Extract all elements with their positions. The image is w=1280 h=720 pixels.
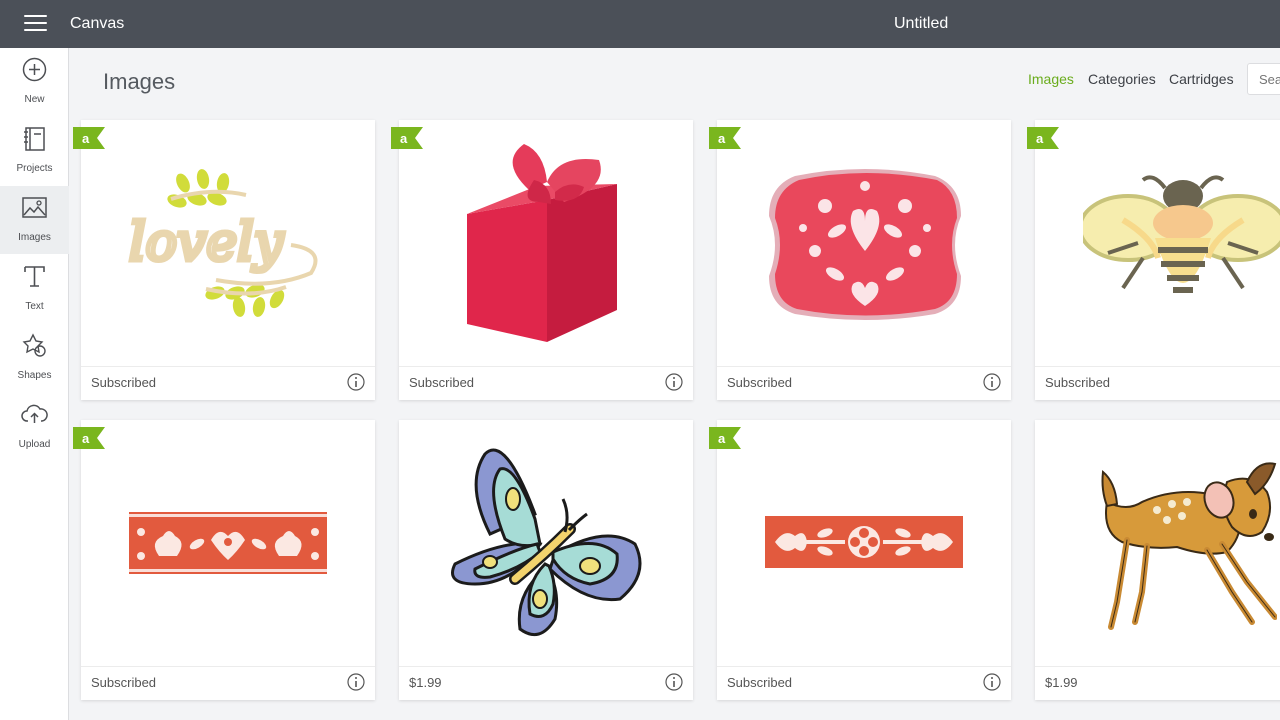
access-badge-icon: a <box>73 127 105 149</box>
folk-border-bunnies-image <box>129 512 327 574</box>
lovely-script-image: lovely <box>127 169 318 317</box>
svg-text:lovely: lovely <box>129 213 284 273</box>
butterfly-image <box>451 448 642 637</box>
search-input[interactable] <box>1248 64 1280 94</box>
bee-image <box>1083 175 1280 293</box>
sidebar-item-label: New <box>24 94 45 105</box>
tab-cartridges[interactable]: Cartridges <box>1169 71 1234 87</box>
svg-text:a: a <box>82 431 90 446</box>
image-thumbnail[interactable] <box>1035 420 1280 666</box>
tab-categories[interactable]: Categories <box>1088 71 1156 87</box>
svg-text:a: a <box>400 131 408 146</box>
access-badge-icon: a <box>391 127 423 149</box>
image-thumbnail[interactable] <box>717 420 1011 666</box>
access-badge-icon: a <box>1027 127 1059 149</box>
app-title: Canvas <box>70 15 125 32</box>
card-label: Subscribed <box>1045 375 1111 390</box>
divider <box>399 666 693 667</box>
divider <box>717 366 1011 367</box>
svg-text:a: a <box>1036 131 1044 146</box>
page-title: Images <box>103 69 176 94</box>
image-thumbnail[interactable] <box>1035 120 1280 366</box>
image-thumbnail[interactable] <box>717 120 1011 366</box>
menu-icon[interactable] <box>24 15 47 33</box>
access-badge-icon: a <box>73 427 105 449</box>
image-card[interactable]: a Subscribed <box>1027 120 1280 400</box>
sidebar-item-label: Projects <box>16 163 53 174</box>
card-price: $1.99 <box>1045 675 1078 690</box>
divider <box>81 666 375 667</box>
access-badge-icon: a <box>709 127 741 149</box>
sidebar-item-projects[interactable]: Projects <box>0 117 69 185</box>
info-icon[interactable] <box>983 373 1001 391</box>
shapes-icon <box>22 333 46 357</box>
divider <box>1035 366 1280 367</box>
info-icon[interactable] <box>665 373 683 391</box>
card-price: $1.99 <box>409 675 442 690</box>
image-card[interactable]: a Subscribed <box>73 420 375 700</box>
card-label: Subscribed <box>727 675 793 690</box>
divider <box>1035 666 1280 667</box>
sidebar-item-new[interactable]: New <box>0 48 69 116</box>
image-card[interactable]: a Subscribed <box>709 420 1011 700</box>
info-icon[interactable] <box>665 673 683 691</box>
sidebar-item-label: Images <box>18 232 51 243</box>
sidebar-item-text[interactable]: Text <box>0 255 69 323</box>
cloud-upload-icon <box>21 404 48 423</box>
image-card[interactable]: a Subscribed <box>391 120 693 400</box>
fawn-image <box>1101 462 1277 630</box>
sidebar-item-shapes[interactable]: Shapes <box>0 324 69 392</box>
text-t-icon <box>24 266 45 287</box>
sidebar-item-upload[interactable]: Upload <box>0 393 69 461</box>
image-card[interactable]: $1.99 <box>399 420 693 700</box>
top-bar: Canvas Untitled <box>0 0 1280 48</box>
plus-circle-icon <box>22 57 47 82</box>
svg-text:a: a <box>718 431 726 446</box>
image-thumbnail[interactable] <box>81 420 375 666</box>
gift-box-image <box>467 144 617 342</box>
folk-plaque-image <box>769 169 961 320</box>
access-badge-icon: a <box>709 427 741 449</box>
image-card[interactable]: lovely a Subscribed <box>73 120 375 400</box>
info-icon[interactable] <box>347 673 365 691</box>
card-label: Subscribed <box>91 375 157 390</box>
info-icon[interactable] <box>347 373 365 391</box>
svg-text:a: a <box>82 131 90 146</box>
card-label: Subscribed <box>409 375 475 390</box>
info-icon[interactable] <box>983 673 1001 691</box>
search-box[interactable] <box>1247 63 1280 95</box>
image-thumbnail[interactable] <box>399 420 693 666</box>
sidebar-item-images[interactable]: Images <box>0 186 69 254</box>
document-title[interactable]: Untitled <box>894 15 948 33</box>
image-card[interactable]: a Subscribed <box>709 120 1011 400</box>
sidebar-item-label: Text <box>25 301 44 312</box>
main-content: Images Images Categories Cartridges Sea … <box>69 48 1280 720</box>
folk-border-flower-image <box>765 516 963 568</box>
image-thumbnail[interactable]: lovely <box>81 120 375 366</box>
image-card[interactable]: $1.99 <box>1035 420 1280 700</box>
sidebar-item-label: Upload <box>18 439 51 450</box>
sidebar-item-label: Shapes <box>17 370 52 381</box>
divider <box>81 366 375 367</box>
divider <box>717 666 1011 667</box>
svg-text:a: a <box>718 131 726 146</box>
card-label: Subscribed <box>91 675 157 690</box>
card-label: Subscribed <box>727 375 793 390</box>
notebook-icon <box>24 127 45 151</box>
divider <box>399 366 693 367</box>
sidebar: New Projects Images Text Shapes Upload <box>0 48 69 720</box>
image-icon <box>22 197 47 218</box>
image-thumbnail[interactable] <box>399 120 693 366</box>
tab-images[interactable]: Images <box>1028 71 1074 87</box>
